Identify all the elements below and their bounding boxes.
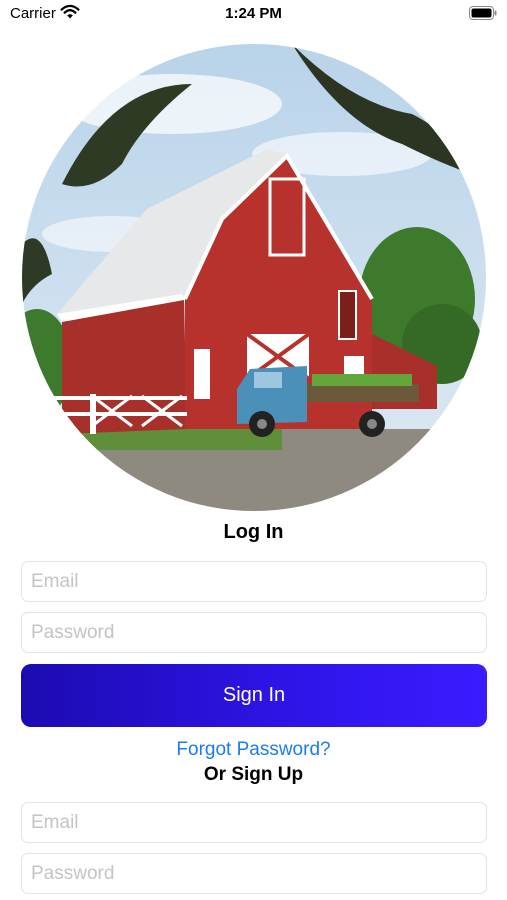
status-time: 1:24 PM	[225, 5, 282, 22]
battery-icon	[469, 6, 497, 20]
sign-in-button[interactable]: Sign In	[21, 664, 487, 727]
login-email-field[interactable]	[21, 561, 487, 602]
login-password-field[interactable]	[21, 612, 487, 653]
signup-email-field[interactable]	[21, 802, 487, 843]
login-title: Log In	[223, 521, 284, 543]
status-bar: Carrier 1:24 PM	[0, 0, 507, 30]
signup-password-field[interactable]	[21, 853, 487, 894]
forgot-password-link[interactable]: Forgot Password?	[0, 739, 507, 761]
barn-photo	[22, 44, 486, 511]
signup-title: Or Sign Up	[203, 764, 304, 785]
